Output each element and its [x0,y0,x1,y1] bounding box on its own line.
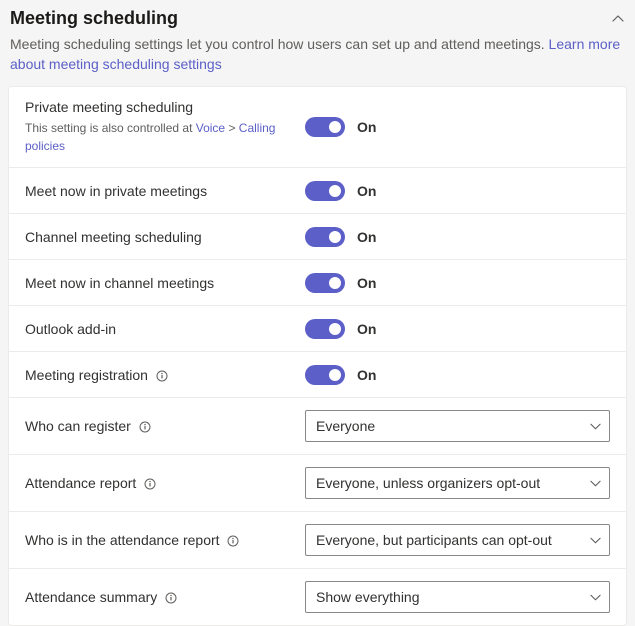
setting-label: Meet now in channel meetings [25,275,214,291]
setting-label: Private meeting scheduling [25,99,193,115]
toggle-meet-now-private[interactable] [305,181,345,201]
toggle-meeting-registration[interactable] [305,365,345,385]
voice-link[interactable]: Voice [196,121,225,135]
row-meet-now-channel: Meet now in channel meetings On [9,260,626,306]
toggle-state: On [357,321,376,337]
dropdown-attendance-report[interactable]: Everyone, unless organizers opt-out [305,467,610,499]
dropdown-value: Everyone, unless organizers opt-out [316,475,540,491]
toggle-state: On [357,229,376,245]
dropdown-value: Everyone, but participants can opt-out [316,532,552,548]
chevron-down-icon [590,421,601,432]
row-attendance-report: Attendance report Everyone, unless organ… [9,455,626,512]
dropdown-value: Everyone [316,418,375,434]
toggle-state: On [357,367,376,383]
toggle-state: On [357,119,376,135]
dropdown-attendance-summary[interactable]: Show everything [305,581,610,613]
setting-label: Who can register [25,418,131,434]
toggle-state: On [357,183,376,199]
dropdown-value: Show everything [316,589,420,605]
row-outlook-addin: Outlook add-in On [9,306,626,352]
settings-card: Private meeting scheduling This setting … [8,86,627,626]
chevron-down-icon [590,478,601,489]
toggle-private-meeting-scheduling[interactable] [305,117,345,137]
row-private-meeting-scheduling: Private meeting scheduling This setting … [9,87,626,168]
row-channel-meeting-scheduling: Channel meeting scheduling On [9,214,626,260]
row-who-in-attendance-report: Who is in the attendance report Everyone… [9,512,626,569]
setting-label: Who is in the attendance report [25,532,220,548]
info-icon[interactable] [165,592,177,604]
info-icon[interactable] [139,421,151,433]
setting-label: Outlook add-in [25,321,116,337]
setting-sublabel: This setting is also controlled at Voice… [25,119,293,155]
dropdown-who-in-attendance-report[interactable]: Everyone, but participants can opt-out [305,524,610,556]
setting-label: Channel meeting scheduling [25,229,202,245]
info-icon[interactable] [156,370,168,382]
info-icon[interactable] [144,478,156,490]
row-attendance-summary: Attendance summary Show everything [9,569,626,625]
setting-label: Meeting registration [25,367,148,383]
toggle-channel-meeting-scheduling[interactable] [305,227,345,247]
toggle-state: On [357,275,376,291]
row-meet-now-private: Meet now in private meetings On [9,168,626,214]
setting-label: Meet now in private meetings [25,183,207,199]
section-description: Meeting scheduling settings let you cont… [8,33,627,86]
dropdown-who-can-register[interactable]: Everyone [305,410,610,442]
chevron-up-icon [611,12,625,26]
section-header[interactable]: Meeting scheduling [8,8,627,33]
toggle-outlook-addin[interactable] [305,319,345,339]
description-text: Meeting scheduling settings let you cont… [10,36,549,52]
row-meeting-registration: Meeting registration On [9,352,626,398]
meeting-scheduling-panel: Meeting scheduling Meeting scheduling se… [0,0,635,626]
info-icon[interactable] [227,535,239,547]
setting-label: Attendance report [25,475,136,491]
section-title: Meeting scheduling [10,8,178,29]
toggle-meet-now-channel[interactable] [305,273,345,293]
chevron-down-icon [590,535,601,546]
chevron-down-icon [590,592,601,603]
setting-label: Attendance summary [25,589,157,605]
row-who-can-register: Who can register Everyone [9,398,626,455]
